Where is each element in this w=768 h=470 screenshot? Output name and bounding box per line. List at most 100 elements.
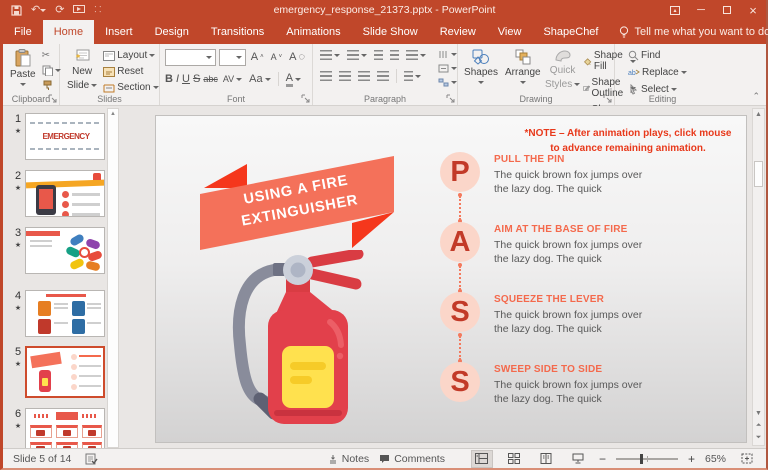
paragraph-dialog-launcher[interactable] bbox=[446, 94, 455, 103]
ribbon-display-options-icon[interactable]: ▴ bbox=[662, 0, 688, 20]
font-size-combobox[interactable] bbox=[218, 48, 246, 66]
font-name-combobox[interactable] bbox=[165, 48, 216, 66]
font-dialog-launcher[interactable] bbox=[301, 94, 310, 103]
convert-to-smartart-icon[interactable] bbox=[436, 77, 459, 88]
normal-view-button[interactable] bbox=[470, 449, 493, 468]
clipboard-dialog-launcher[interactable] bbox=[48, 94, 57, 103]
align-left-icon[interactable] bbox=[318, 70, 334, 82]
zoom-slider-thumb[interactable] bbox=[639, 453, 643, 464]
numbering-icon[interactable] bbox=[345, 49, 369, 61]
justify-icon[interactable] bbox=[375, 70, 391, 82]
text-direction-icon[interactable] bbox=[436, 49, 459, 60]
slide-show-button[interactable] bbox=[567, 450, 589, 468]
underline-button[interactable]: U bbox=[182, 73, 190, 85]
tab-transitions[interactable]: Transitions bbox=[200, 20, 275, 44]
shrink-font-icon[interactable]: A ˅ bbox=[269, 51, 285, 63]
shape-fill-icon bbox=[583, 57, 591, 66]
change-case-button[interactable]: Aa bbox=[247, 72, 272, 86]
columns-icon[interactable] bbox=[402, 70, 423, 82]
find-button[interactable]: Find bbox=[626, 49, 707, 62]
title-banner-shape[interactable]: USING A FIRE EXTINGUISHER bbox=[192, 138, 404, 258]
drawing-dialog-launcher[interactable] bbox=[603, 94, 612, 103]
tab-slide-show[interactable]: Slide Show bbox=[352, 20, 429, 44]
tab-shapechef[interactable]: ShapeChef bbox=[532, 20, 609, 44]
thumbnail-slide-6[interactable]: 6 ★ bbox=[7, 408, 119, 448]
character-spacing-button[interactable]: AV bbox=[221, 73, 244, 85]
tab-insert[interactable]: Insert bbox=[94, 20, 144, 44]
editor-scrollbar[interactable]: ▲ ▼ ⏶ ⏷ bbox=[752, 108, 765, 446]
thumbnail-slide-4[interactable]: 4 ★ bbox=[7, 290, 119, 346]
decrease-indent-icon[interactable] bbox=[372, 49, 385, 61]
section-button[interactable]: Section bbox=[101, 81, 160, 94]
layout-button[interactable]: Layout bbox=[101, 49, 160, 62]
italic-button[interactable]: I bbox=[176, 73, 179, 85]
zoom-level[interactable]: 65% bbox=[705, 453, 726, 465]
find-label: Find bbox=[641, 50, 661, 61]
start-from-beginning-icon[interactable] bbox=[73, 5, 86, 15]
line-spacing-icon[interactable] bbox=[404, 49, 428, 61]
notes-toggle[interactable]: Notes bbox=[328, 453, 369, 465]
thumbnail-slide-2[interactable]: 2 ★ bbox=[7, 170, 119, 226]
tab-animations[interactable]: Animations bbox=[275, 20, 351, 44]
scrollbar-thumb[interactable] bbox=[754, 161, 763, 187]
arrange-button[interactable]: Arrange bbox=[501, 47, 545, 101]
zoom-slider[interactable] bbox=[615, 453, 678, 464]
clear-formatting-icon[interactable]: A ◌ bbox=[287, 50, 307, 64]
zoom-in-icon[interactable]: + bbox=[688, 452, 695, 466]
bullets-icon[interactable] bbox=[318, 49, 342, 61]
spell-check-icon[interactable] bbox=[85, 453, 98, 465]
shapes-button[interactable]: Shapes bbox=[461, 47, 501, 101]
grow-font-icon[interactable]: A ˄ bbox=[249, 50, 266, 64]
fit-slide-to-window-icon[interactable] bbox=[736, 450, 758, 468]
tab-view[interactable]: View bbox=[487, 20, 533, 44]
save-icon[interactable] bbox=[11, 4, 22, 16]
pass-letter-circle: S bbox=[440, 362, 480, 402]
tab-home[interactable]: Home bbox=[42, 20, 95, 44]
tab-design[interactable]: Design bbox=[144, 20, 200, 44]
thumbnail-slide-5-selected[interactable]: 5 ★ bbox=[7, 346, 119, 402]
reading-view-button[interactable] bbox=[535, 450, 557, 468]
text-shadow-button[interactable]: abc bbox=[203, 74, 218, 84]
bold-button[interactable]: B bbox=[165, 73, 173, 85]
slide-sorter-view-button[interactable] bbox=[503, 450, 525, 468]
quick-styles-button[interactable]: Quick Styles bbox=[545, 47, 581, 101]
fire-extinguisher-graphic[interactable] bbox=[226, 250, 366, 430]
comments-toggle[interactable]: Comments bbox=[379, 453, 445, 465]
zoom-out-icon[interactable]: − bbox=[599, 452, 606, 466]
scroll-up-icon[interactable]: ▲ bbox=[753, 110, 764, 120]
align-center-icon[interactable] bbox=[337, 70, 353, 82]
thumbnail-slide-1[interactable]: 1 ★ EMERGENCY bbox=[7, 113, 119, 169]
undo-icon[interactable]: ↶ bbox=[31, 4, 47, 16]
tab-file[interactable]: File bbox=[3, 20, 43, 44]
tab-review[interactable]: Review bbox=[429, 20, 487, 44]
reset-button[interactable]: Reset bbox=[101, 65, 160, 78]
collapse-ribbon-icon[interactable]: ⌃ bbox=[752, 91, 760, 102]
thumbnail-slide-3[interactable]: 3 ★ bbox=[7, 227, 119, 283]
minimize-icon[interactable]: ─ bbox=[688, 0, 714, 20]
previous-slide-icon[interactable]: ⏶ bbox=[753, 421, 764, 431]
slide-canvas[interactable]: *NOTE – After animation plays, click mou… bbox=[155, 115, 747, 443]
next-slide-icon[interactable]: ⏷ bbox=[753, 433, 764, 443]
increase-indent-icon[interactable] bbox=[388, 49, 401, 61]
new-slide-button[interactable]: New Slide bbox=[63, 47, 101, 101]
pass-item-aim[interactable]: A AIM AT THE BASE OF FIRE The quick brow… bbox=[440, 222, 652, 267]
customize-qat-icon[interactable]: ⸬ bbox=[94, 6, 101, 14]
paste-button[interactable]: Paste bbox=[6, 47, 40, 101]
replace-button[interactable]: ab Replace bbox=[626, 66, 707, 79]
restore-icon[interactable] bbox=[714, 0, 740, 20]
align-right-icon[interactable] bbox=[356, 70, 372, 82]
slide-number: 6 bbox=[14, 408, 22, 420]
align-text-icon[interactable] bbox=[436, 63, 459, 74]
scroll-up-icon[interactable]: ▲ bbox=[108, 109, 118, 117]
scroll-down-icon[interactable]: ▼ bbox=[753, 409, 764, 419]
strikethrough-button[interactable]: S bbox=[193, 73, 200, 85]
redo-icon[interactable]: ⟳ bbox=[55, 4, 64, 16]
pass-item-squeeze[interactable]: S SQUEEZE THE LEVER The quick brown fox … bbox=[440, 292, 652, 337]
pass-item-pull[interactable]: P PULL THE PIN The quick brown fox jumps… bbox=[440, 152, 652, 197]
pass-letter-circle: S bbox=[440, 292, 480, 332]
pass-item-sweep[interactable]: S SWEEP SIDE TO SIDE The quick brown fox… bbox=[440, 362, 652, 407]
close-icon[interactable]: × bbox=[740, 0, 766, 20]
thumbnail-scrollbar[interactable]: ▲ bbox=[107, 108, 119, 448]
tell-me-box[interactable]: Tell me what you want to do... bbox=[609, 20, 768, 44]
font-color-button[interactable]: A bbox=[284, 71, 303, 88]
